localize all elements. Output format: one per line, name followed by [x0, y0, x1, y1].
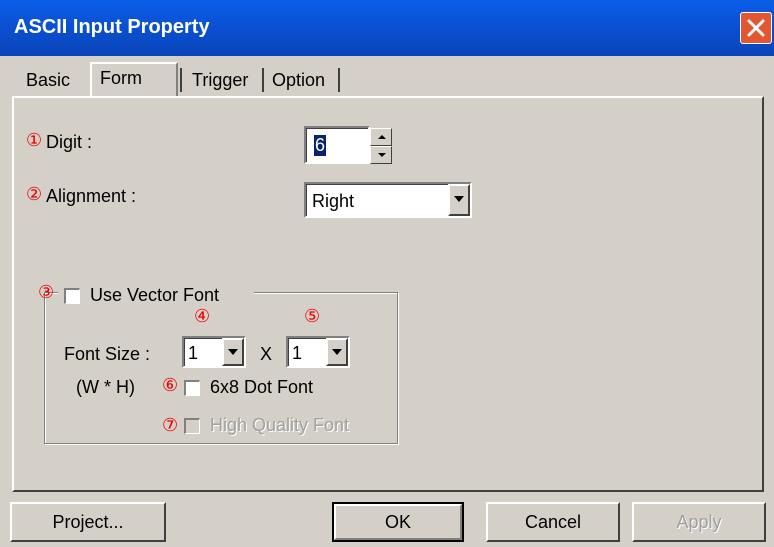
use-vector-font-label: Use Vector Font: [90, 285, 220, 305]
cancel-button[interactable]: Cancel: [486, 502, 620, 542]
chevron-down-icon: [454, 196, 464, 202]
spin-down-button[interactable]: [370, 146, 392, 164]
digit-label: Digit :: [46, 132, 93, 152]
dot-font-checkbox[interactable]: [184, 380, 200, 396]
arrow-down-icon: [378, 153, 386, 157]
marker-2: ②: [26, 184, 43, 204]
wh-label: (W * H): [76, 377, 135, 397]
chevron-down-icon: [228, 349, 238, 355]
alignment-select[interactable]: Right: [304, 182, 472, 218]
high-quality-font-checkbox[interactable]: [184, 418, 200, 434]
marker-7: ⑦: [162, 415, 179, 435]
size-separator: X: [260, 344, 273, 364]
font-height-select[interactable]: 1: [286, 336, 350, 368]
digit-value: 6: [314, 135, 327, 156]
tab-divider: [338, 68, 340, 92]
use-vector-font-checkbox[interactable]: [64, 288, 80, 304]
marker-4: ④: [194, 306, 211, 326]
marker-3: ③: [38, 282, 55, 302]
ok-button[interactable]: OK: [332, 502, 464, 542]
title-bar[interactable]: ASCII Input Property: [0, 0, 774, 56]
spin-up-button[interactable]: [370, 128, 392, 146]
font-height-value: 1: [292, 343, 303, 363]
font-height-dropdown-button[interactable]: [326, 338, 348, 366]
alignment-label: Alignment :: [46, 186, 137, 206]
project-button[interactable]: Project...: [10, 502, 166, 542]
font-width-select[interactable]: 1: [182, 336, 246, 368]
tab-option[interactable]: Option: [264, 66, 333, 94]
alignment-dropdown-button[interactable]: [448, 184, 470, 216]
high-quality-font-label: High Quality Font: [210, 415, 350, 435]
tab-divider: [180, 68, 182, 92]
font-width-value: 1: [188, 343, 199, 363]
digit-spinner[interactable]: [370, 128, 392, 164]
marker-1: ①: [26, 130, 43, 150]
alignment-value: Right: [312, 191, 355, 211]
tab-basic[interactable]: Basic: [18, 66, 78, 94]
tab-form[interactable]: Form: [90, 62, 178, 96]
marker-6: ⑥: [162, 375, 179, 395]
chevron-down-icon: [332, 349, 342, 355]
digit-input[interactable]: 6: [304, 126, 370, 164]
close-button[interactable]: [740, 12, 772, 44]
dot-font-label: 6x8 Dot Font: [210, 377, 314, 397]
apply-button[interactable]: Apply: [632, 502, 766, 542]
tab-trigger[interactable]: Trigger: [184, 66, 256, 94]
ok-label: OK: [384, 512, 411, 532]
arrow-up-icon: [378, 135, 386, 139]
marker-5: ⑤: [304, 306, 321, 326]
font-width-dropdown-button[interactable]: [222, 338, 244, 366]
dialog-window: ASCII Input Property Basic Form Trigger …: [0, 0, 774, 547]
window-title: ASCII Input Property: [14, 16, 210, 38]
font-size-label: Font Size :: [64, 344, 151, 364]
close-icon: [747, 19, 765, 37]
